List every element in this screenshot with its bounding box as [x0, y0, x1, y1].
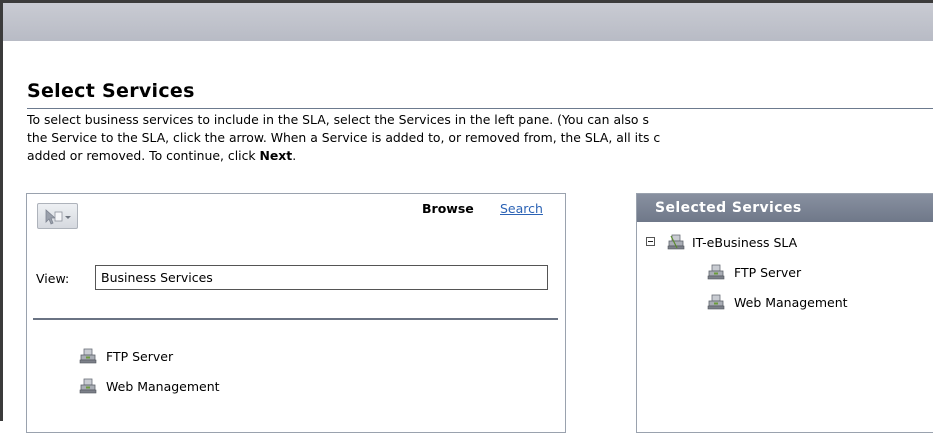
tree-item-label: FTP Server	[106, 348, 174, 364]
tree-item-label: Web Management	[106, 378, 220, 394]
view-label: View:	[36, 271, 70, 286]
page-title: Select Services	[27, 80, 195, 102]
instructions-line-3: added or removed. To continue, click Nex…	[27, 148, 297, 163]
window-frame-left	[0, 0, 3, 421]
service-icon	[79, 378, 97, 394]
available-services-panel: Browse Search View: Business Services FT…	[26, 193, 566, 433]
selected-services-panel: Selected Services IT-eBusiness SLA FTP S…	[636, 193, 933, 433]
tree-item-label: IT-eBusiness SLA	[692, 234, 798, 250]
instructions-line-2: the Service to the SLA, click the arrow.…	[27, 130, 661, 145]
tree-item-it-ebusiness-sla[interactable]: IT-eBusiness SLA	[667, 234, 797, 250]
tree-item-label: FTP Server	[734, 264, 802, 280]
sla-icon	[667, 234, 685, 250]
selected-item-web-management[interactable]: Web Management	[707, 294, 848, 310]
service-icon	[707, 294, 725, 310]
collapse-toggle[interactable]	[646, 237, 655, 246]
tree-item-label: Web Management	[734, 294, 848, 310]
selected-services-header: Selected Services	[637, 194, 933, 222]
panel-divider	[33, 318, 558, 320]
tab-browse[interactable]: Browse	[422, 201, 474, 216]
service-icon	[707, 264, 725, 280]
instructions-text: To select business services to include i…	[27, 111, 933, 165]
selected-item-ftp-server[interactable]: FTP Server	[707, 264, 801, 280]
move-arrow-icon	[45, 209, 71, 225]
view-selector[interactable]: Business Services	[95, 265, 548, 290]
top-banner	[0, 0, 933, 41]
instructions-line-1: To select business services to include i…	[27, 112, 649, 127]
move-to-dropdown-button[interactable]	[37, 203, 78, 229]
service-icon	[79, 348, 97, 364]
title-divider	[27, 108, 933, 109]
tree-item-web-management[interactable]: Web Management	[79, 378, 220, 394]
next-keyword: Next	[259, 148, 293, 163]
tree-item-ftp-server[interactable]: FTP Server	[79, 348, 173, 364]
tab-search[interactable]: Search	[500, 201, 543, 216]
